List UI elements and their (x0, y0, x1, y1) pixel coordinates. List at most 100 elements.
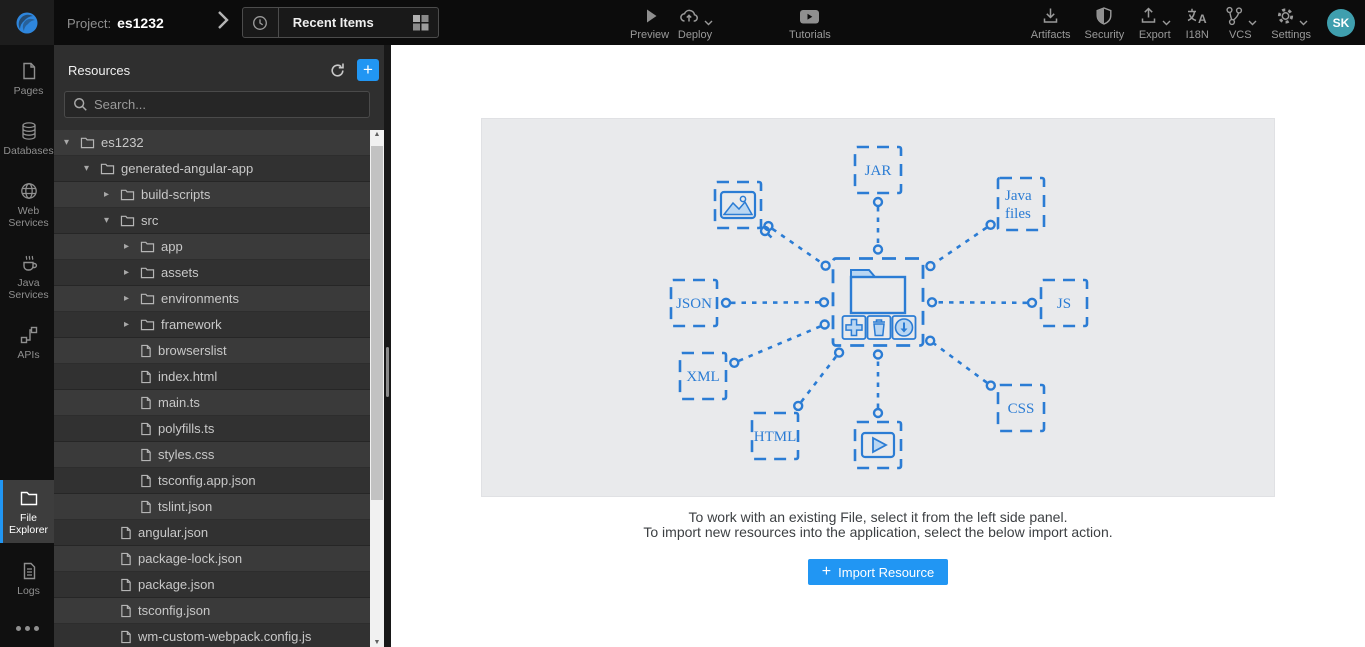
tree-row-main.ts[interactable]: main.ts (54, 390, 370, 416)
folder-icon (140, 240, 155, 253)
tutorials-button[interactable]: Tutorials (789, 4, 831, 41)
tree-row-tslint.json[interactable]: tslint.json (54, 494, 370, 520)
instruction-line-1: To work with an existing File, select it… (688, 509, 1068, 525)
tree-row-assets[interactable]: ▸ assets (54, 260, 370, 286)
tree-label: index.html (158, 369, 218, 384)
tree-row-styles.css[interactable]: styles.css (54, 442, 370, 468)
export-icon (1138, 6, 1159, 26)
chevron-right-icon (216, 9, 230, 36)
sidebar-item-apis[interactable]: APIs (0, 317, 54, 368)
settings-button[interactable]: Settings (1271, 4, 1311, 41)
scroll-up-arrow[interactable]: ▲ (370, 131, 384, 138)
tree-row-package.json[interactable]: package.json (54, 572, 370, 598)
tree-row-app[interactable]: ▸ app (54, 234, 370, 260)
deploy-label: Deploy (677, 29, 713, 41)
connector-line (771, 227, 823, 264)
svg-text:Java: Java (1005, 188, 1032, 204)
import-resource-label: Import Resource (838, 564, 935, 580)
app-window: Project: es1232 Recent Items Preview Depl… (0, 0, 1365, 647)
java-services-icon (19, 253, 39, 277)
artifacts-button[interactable]: Artifacts (1031, 4, 1071, 41)
tree-row-framework[interactable]: ▸ framework (54, 312, 370, 338)
sidebar-more-button[interactable] (0, 614, 54, 643)
file-explorer-icon (19, 488, 39, 512)
vcs-button[interactable]: VCS (1223, 4, 1257, 41)
vcs-label: VCS (1228, 29, 1252, 41)
svg-text:HTML: HTML (754, 429, 797, 445)
svg-text:JS: JS (1057, 296, 1071, 312)
tree-row-src[interactable]: ▾ src (54, 208, 370, 234)
expand-arrow-icon[interactable]: ▸ (124, 241, 140, 252)
tree-row-es1232[interactable]: ▾ es1232 (54, 130, 370, 156)
file-tree: ▾ es1232 ▾ generated-angular-app ▸ build-scri… (54, 130, 370, 647)
preview-button[interactable]: Preview (630, 4, 669, 41)
collapse-arrow-icon[interactable]: ▾ (64, 137, 80, 148)
i18n-button[interactable]: A I18N (1185, 4, 1209, 41)
sidebar-item-logs[interactable]: Logs (0, 553, 54, 604)
file-icon (120, 526, 132, 540)
expand-arrow-icon[interactable]: ▸ (104, 189, 120, 200)
connector-dot (872, 196, 884, 208)
sidebar-bottom-group: File Explorer Logs (0, 480, 54, 647)
expand-arrow-icon[interactable]: ▸ (124, 267, 140, 278)
tree-row-generated-angular-app[interactable]: ▾ generated-angular-app (54, 156, 370, 182)
connector-line (936, 301, 1028, 305)
diagram-node-json: JSON (669, 278, 719, 328)
tutorials-icon (798, 6, 821, 26)
tree-row-environments[interactable]: ▸ environments (54, 286, 370, 312)
sidebar-item-databases[interactable]: Databases (0, 113, 54, 164)
tree-row-wm-custom-webpack.config.js[interactable]: wm-custom-webpack.config.js (54, 624, 370, 647)
security-button[interactable]: Security (1085, 4, 1124, 41)
sidebar-item-file-explorer[interactable]: File Explorer (0, 480, 54, 543)
databases-icon (19, 121, 39, 145)
refresh-icon[interactable] (329, 62, 346, 79)
grid-view-icon[interactable] (412, 14, 429, 31)
tree-label: wm-custom-webpack.config.js (138, 629, 312, 644)
file-icon (120, 578, 132, 592)
scroll-down-arrow[interactable]: ▼ (370, 639, 384, 646)
diagram-node-image-file (713, 180, 773, 239)
svg-text:A: A (1198, 12, 1207, 26)
resources-search[interactable] (64, 91, 370, 118)
search-input[interactable] (94, 97, 361, 112)
sidebar-item-web-services[interactable]: Web Services (0, 173, 54, 236)
export-button[interactable]: Export (1138, 4, 1171, 41)
tree-label: environments (161, 291, 240, 306)
chevron-down-icon (1162, 20, 1171, 26)
tree-row-index.html[interactable]: index.html (54, 364, 370, 390)
tree-row-tsconfig.json[interactable]: tsconfig.json (54, 598, 370, 624)
tree-scrollbar[interactable]: ▲ ▼ (370, 130, 384, 647)
diagram-node-js: JS (1039, 278, 1089, 328)
tree-row-build-scripts[interactable]: ▸ build-scripts (54, 182, 370, 208)
panel-resize-handle[interactable] (386, 347, 389, 397)
connector-dot (820, 260, 831, 271)
tree-row-package-lock.json[interactable]: package-lock.json (54, 546, 370, 572)
tree-row-angular.json[interactable]: angular.json (54, 520, 370, 546)
expand-arrow-icon[interactable]: ▸ (124, 293, 140, 304)
tree-label: polyfills.ts (158, 421, 215, 436)
wavemaker-logo-icon (16, 12, 38, 33)
tree-row-tsconfig.app.json[interactable]: tsconfig.app.json (54, 468, 370, 494)
collapse-arrow-icon[interactable]: ▾ (104, 215, 120, 226)
add-resource-button[interactable]: + (357, 59, 379, 81)
user-avatar[interactable]: SK (1327, 8, 1355, 37)
app-logo[interactable] (0, 0, 54, 45)
svg-text:files: files (1005, 206, 1031, 222)
scrollbar-thumb[interactable] (371, 146, 383, 500)
sidebar-item-java-services[interactable]: Java Services (0, 245, 54, 308)
connector-line (738, 325, 821, 362)
recent-items-dropdown[interactable]: Recent Items (241, 7, 439, 38)
file-tree-viewport: ▾ es1232 ▾ generated-angular-app ▸ build-scri… (54, 130, 391, 647)
deploy-button[interactable]: Deploy (677, 4, 713, 41)
collapse-arrow-icon[interactable]: ▾ (84, 163, 100, 174)
web-services-icon (19, 181, 39, 205)
tree-label: package-lock.json (138, 551, 243, 566)
sidebar-item-pages[interactable]: Pages (0, 53, 54, 104)
tree-row-browserslist[interactable]: browserslist (54, 338, 370, 364)
tree-row-polyfills.ts[interactable]: polyfills.ts (54, 416, 370, 442)
import-resource-button[interactable]: + Import Resource (807, 559, 949, 585)
connector-dot (872, 244, 884, 255)
dot-icon (24, 626, 30, 631)
folder-icon (100, 162, 115, 175)
expand-arrow-icon[interactable]: ▸ (124, 319, 140, 330)
